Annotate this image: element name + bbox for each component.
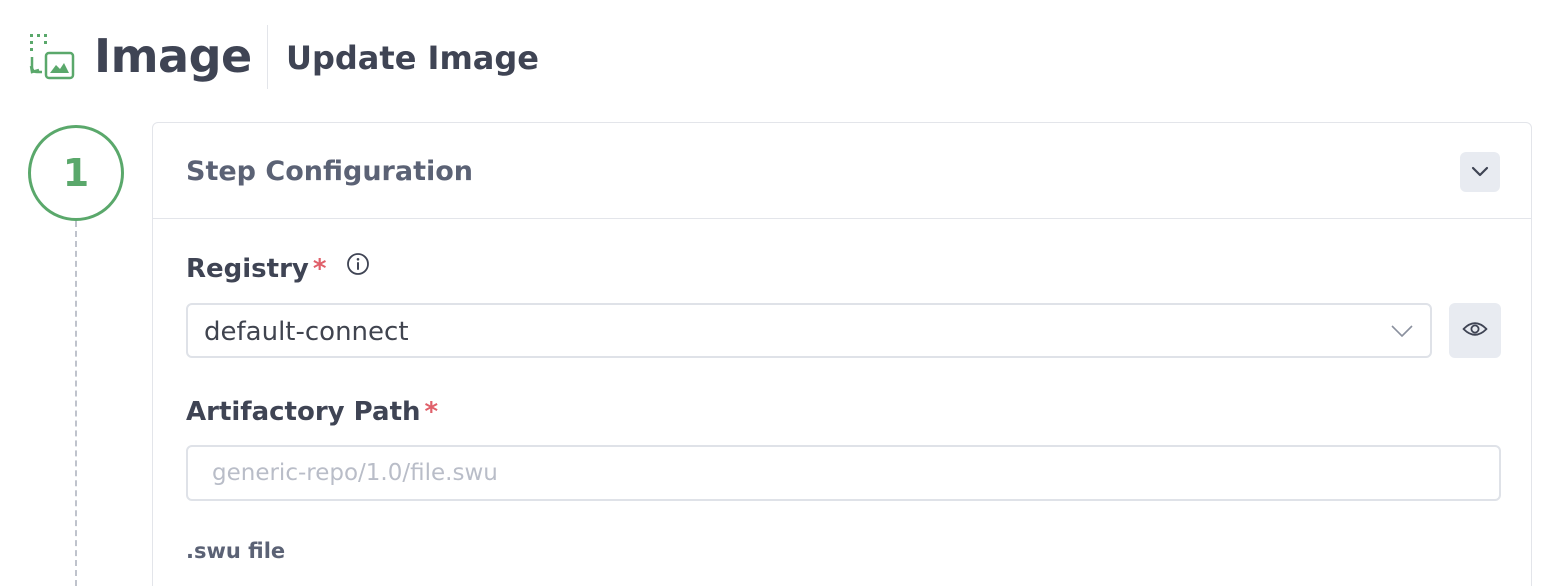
step-configuration-card: Step Configuration Registry * default-co… bbox=[152, 122, 1532, 586]
collapse-button[interactable] bbox=[1460, 152, 1500, 192]
required-asterisk: * bbox=[312, 254, 327, 284]
chevron-down-icon bbox=[1390, 319, 1414, 347]
artifactory-path-label-text: Artifactory Path bbox=[186, 397, 421, 427]
registry-label: Registry * bbox=[186, 252, 370, 285]
card-title: Step Configuration bbox=[186, 156, 474, 187]
chevron-down-icon bbox=[1470, 163, 1490, 182]
view-registry-button[interactable] bbox=[1449, 303, 1501, 358]
info-icon[interactable] bbox=[346, 252, 370, 284]
step-connector-line bbox=[75, 221, 77, 586]
step-number-badge: 1 bbox=[28, 125, 124, 221]
required-asterisk: * bbox=[424, 397, 439, 427]
registry-select[interactable]: default-connect bbox=[186, 303, 1432, 358]
artifactory-path-input[interactable] bbox=[186, 445, 1501, 501]
page-subtitle: Update Image bbox=[286, 39, 539, 77]
card-header[interactable]: Step Configuration bbox=[153, 123, 1531, 219]
image-transfer-icon bbox=[28, 32, 76, 82]
artifactory-path-label: Artifactory Path * bbox=[186, 396, 438, 428]
registry-label-text: Registry bbox=[186, 254, 309, 284]
app-title: Image bbox=[94, 29, 252, 83]
registry-selected-value: default-connect bbox=[204, 317, 409, 347]
file-type-label: .swu file bbox=[186, 539, 286, 563]
page-header: Image Update Image bbox=[0, 0, 1544, 110]
eye-icon bbox=[1462, 320, 1488, 342]
header-divider bbox=[267, 25, 268, 89]
page: Image Update Image 1 Step Configuration … bbox=[0, 0, 1544, 586]
